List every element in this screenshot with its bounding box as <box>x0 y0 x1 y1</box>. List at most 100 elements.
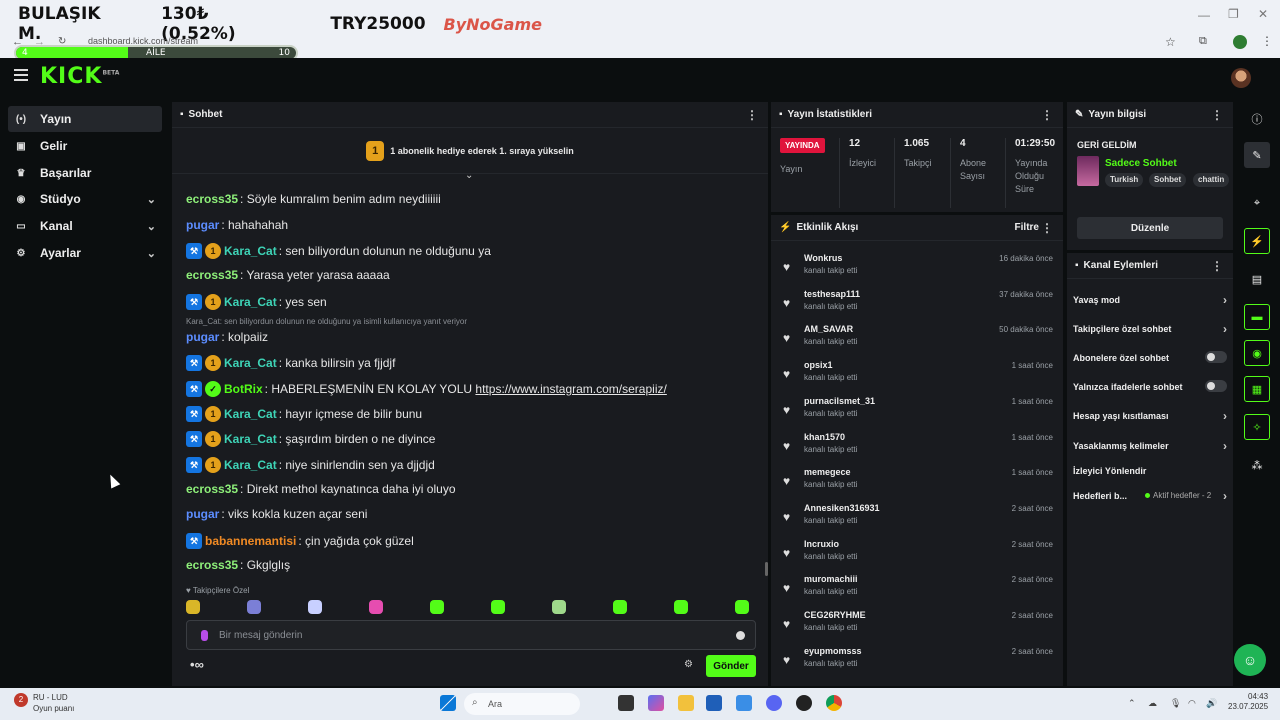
emote-icon[interactable] <box>430 600 444 614</box>
feed-item[interactable]: ♥ memegece kanalı takip etti 1 saat önce <box>771 462 1063 498</box>
feed-item[interactable]: ♥ purnacilsmet_31 kanalı takip etti 1 saat … <box>771 391 1063 427</box>
chat-bubble-icon[interactable]: ▬ <box>1244 304 1270 330</box>
chat-username[interactable]: ecross35 <box>186 482 238 496</box>
feed-item[interactable]: ♥ AM_SAVAR kanalı takip etti 50 dakika önce <box>771 319 1063 355</box>
microphone-icon[interactable]: 🎙 <box>1170 698 1181 709</box>
broadcast-icon[interactable]: ◉ <box>1244 340 1270 366</box>
feed-item[interactable]: ♥ eyupmomsss kanalı takip etti 2 saat önce <box>771 641 1063 677</box>
toggle-switch[interactable] <box>1205 380 1227 392</box>
chat-username[interactable]: BotRix <box>224 382 263 396</box>
emote-icon[interactable] <box>186 600 200 614</box>
sidebar-item-gelir[interactable]: ▣ Gelir <box>8 133 162 159</box>
tray-chevron-icon[interactable]: ⌃ <box>1128 698 1136 709</box>
emoji-icon[interactable] <box>736 631 745 640</box>
chat-username[interactable]: pugar <box>186 218 219 232</box>
browser-menu-icon[interactable]: ⋮ <box>1261 34 1273 48</box>
wifi-icon[interactable]: ◠ <box>1188 698 1196 709</box>
emote-icon[interactable] <box>735 600 749 614</box>
channel-action-item[interactable]: Yalnızca ifadelerle sohbet <box>1073 380 1227 392</box>
windows-start-icon[interactable] <box>440 695 456 711</box>
filter-button[interactable]: Filtre <box>1015 222 1039 233</box>
bookmark-star-icon[interactable]: ☆ <box>1165 35 1176 49</box>
feed-username[interactable]: khan1570 <box>804 432 845 442</box>
store-icon[interactable] <box>706 695 722 711</box>
sidebar-item-yayin[interactable]: (•) Yayın <box>8 106 162 132</box>
chat-username[interactable]: ecross35 <box>186 558 238 572</box>
chat-input[interactable]: Bir mesaj gönderin <box>186 620 756 650</box>
chat-username[interactable]: pugar <box>186 507 219 521</box>
feed-username[interactable]: opsix1 <box>804 360 833 370</box>
kick-logo[interactable]: KICKBETA <box>40 64 119 89</box>
pencil-icon[interactable]: ✎ <box>1244 142 1270 168</box>
chat-username[interactable]: Kara_Cat <box>224 295 277 309</box>
document-icon[interactable]: ▤ <box>1244 266 1270 292</box>
edit-button[interactable]: Düzenle <box>1077 217 1223 239</box>
file-explorer-icon[interactable] <box>678 695 694 711</box>
volume-icon[interactable]: 🔊 <box>1206 698 1217 709</box>
feed-username[interactable]: Wonkrus <box>804 253 842 263</box>
taskbar-widget[interactable]: RU - LUD Oyun puanı <box>33 692 74 714</box>
crosshair-icon[interactable]: ⌖ <box>1244 190 1270 216</box>
feed-username[interactable]: CEG26RYHME <box>804 610 866 620</box>
emote-icon[interactable] <box>247 600 261 614</box>
feed-item[interactable]: ♥ Annesiken316931 kanalı takip etti 2 saat … <box>771 498 1063 534</box>
feed-item[interactable]: ♥ Wonkrus kanalı takip etti 16 dakika önce <box>771 248 1063 284</box>
avatar[interactable] <box>1231 68 1251 88</box>
sidebar-item-studyo[interactable]: ◉ Stüdyo ⌄ <box>8 186 162 212</box>
category-name[interactable]: Sadece Sohbet <box>1105 158 1177 169</box>
chat-link[interactable]: https://www.instagram.com/serapiiz/ <box>475 382 666 396</box>
wrench-icon[interactable]: ✧ <box>1244 414 1270 440</box>
feed-item[interactable]: ♥ muromachiii kanalı takip etti 2 saat önce <box>771 569 1063 605</box>
taskbar-search[interactable]: ⌕ Ara <box>464 693 580 715</box>
feed-item[interactable]: ♥ CEG26RYHME kanalı takip etti 2 saat önce <box>771 605 1063 641</box>
channel-action-item[interactable]: Hesap yaşı kısıtlaması › <box>1073 409 1227 423</box>
chat-settings-gear-icon[interactable]: ⚙ <box>684 659 693 670</box>
feed-username[interactable]: Annesiken316931 <box>804 503 880 513</box>
more-options-icon[interactable]: ⋮ <box>1211 259 1223 273</box>
microphone-icon[interactable] <box>201 630 208 641</box>
channel-action-item[interactable]: Takipçilere özel sohbet › <box>1073 322 1227 336</box>
obs-icon[interactable] <box>796 695 812 711</box>
channel-action-item[interactable]: Hedefleri b... Aktif hedefler - 2 › <box>1073 489 1227 503</box>
help-chat-button[interactable]: ☺ <box>1234 644 1266 676</box>
feed-item[interactable]: ♥ opsix1 kanalı takip etti 1 saat önce <box>771 355 1063 391</box>
minimize-icon[interactable]: — <box>1198 8 1210 22</box>
lightning-icon[interactable]: ⚡ <box>1244 228 1270 254</box>
more-options-icon[interactable]: ⋮ <box>1041 108 1053 122</box>
more-options-icon[interactable]: ⋮ <box>1041 221 1053 235</box>
toggle-switch[interactable] <box>1205 351 1227 363</box>
share-icon[interactable]: ⁂ <box>1244 452 1270 478</box>
send-button[interactable]: Gönder <box>706 655 756 677</box>
discord-icon[interactable] <box>766 695 782 711</box>
task-view-icon[interactable] <box>618 695 634 711</box>
app-icon[interactable] <box>736 695 752 711</box>
expand-pinned-icon[interactable]: ⌄ <box>465 170 473 181</box>
info-icon[interactable]: ⓘ <box>1244 106 1270 132</box>
chat-username[interactable]: Kara_Cat <box>224 458 277 472</box>
feed-username[interactable]: testhesap111 <box>804 289 860 299</box>
sidebar-item-kanal[interactable]: ▭ Kanal ⌄ <box>8 213 162 239</box>
close-icon[interactable]: ✕ <box>1258 7 1268 21</box>
channel-action-item[interactable]: Abonelere özel sohbet <box>1073 351 1227 363</box>
more-options-icon[interactable]: ⋮ <box>746 108 758 122</box>
wave-emote-icon[interactable] <box>369 600 383 614</box>
feed-item[interactable]: ♥ khan1570 kanalı takip etti 1 saat önce <box>771 427 1063 463</box>
extensions-icon[interactable]: ⧉ <box>1199 35 1207 48</box>
feed-username[interactable]: memegece <box>804 467 851 477</box>
sidebar-item-basarilar[interactable]: ♛ Başarılar <box>8 160 162 186</box>
chat-username[interactable]: pugar <box>186 330 219 344</box>
channel-action-item[interactable]: Yasaklanmış kelimeler › <box>1073 439 1227 453</box>
notification-badge[interactable]: 2 <box>14 693 28 707</box>
feed-username[interactable]: muromachiii <box>804 574 858 584</box>
chat-scrollbar[interactable] <box>765 562 768 576</box>
feed-username[interactable]: purnacilsmet_31 <box>804 396 875 406</box>
feed-username[interactable]: Incruxio <box>804 539 839 549</box>
menu-icon[interactable] <box>14 69 28 81</box>
chat-username[interactable]: babannemantisi <box>205 534 296 548</box>
ghost-emote-icon[interactable] <box>308 600 322 614</box>
chrome-icon[interactable] <box>826 695 842 711</box>
feed-item[interactable]: ♥ Incruxio kanalı takip etti 2 saat önce <box>771 534 1063 570</box>
taskbar-clock[interactable]: 04:43 23.07.2025 <box>1228 692 1268 712</box>
tray-app-icon[interactable]: ☁ <box>1148 698 1157 709</box>
channel-action-item[interactable]: İzleyici Yönlendir <box>1073 466 1227 476</box>
